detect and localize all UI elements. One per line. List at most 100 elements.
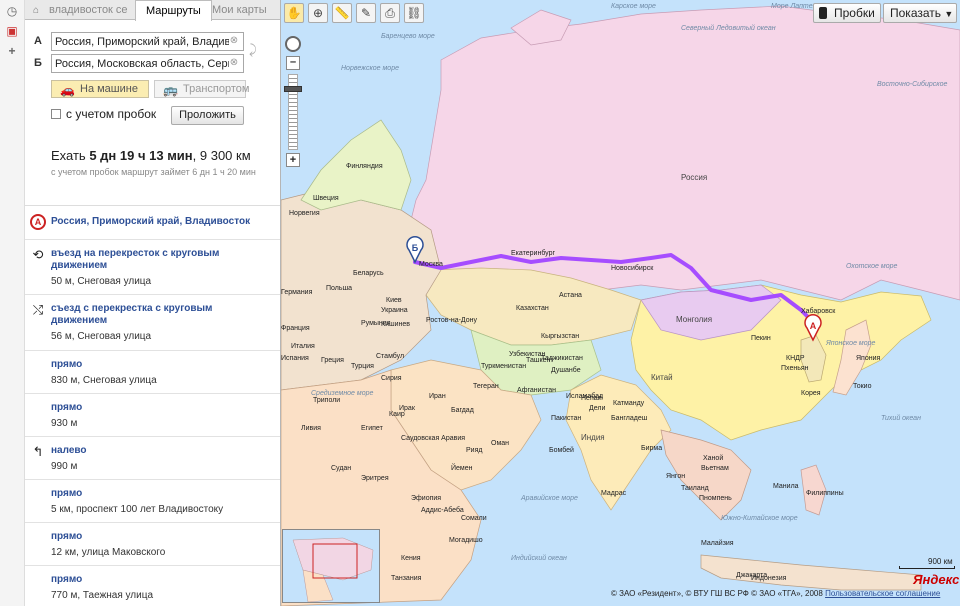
map-label: Пекин xyxy=(751,335,771,342)
step-action: съезд с перекрестка с круговым движением xyxy=(51,303,213,326)
print-tool-icon[interactable]: ⎙ xyxy=(380,3,400,23)
terms-link[interactable]: Пользовательское соглашение xyxy=(825,589,940,598)
clear-to-icon[interactable]: ⊗ xyxy=(229,58,239,68)
car-icon: 🚗 xyxy=(60,83,75,97)
step-meta: 50 м, Снеговая улица xyxy=(51,276,152,287)
mode-transport-button[interactable]: 🚌 Транспортом xyxy=(154,80,249,98)
swap-points-icon[interactable]: ⤸ xyxy=(249,42,259,62)
map-label: Саудовская Аравия xyxy=(401,435,465,442)
map-label: Туркменистан xyxy=(481,363,526,370)
summary-time: 5 дн 19 ч 13 мин xyxy=(89,148,193,163)
minimap-canvas xyxy=(292,537,374,602)
step-action: прямо xyxy=(51,574,83,585)
map-label: Норвегия xyxy=(289,210,320,217)
clear-from-icon[interactable]: ⊗ xyxy=(229,36,239,46)
map-label: Каир xyxy=(389,411,405,418)
clock-icon[interactable]: ◷ xyxy=(5,4,19,18)
map-label: Киев xyxy=(386,297,402,304)
zoom-in-button[interactable]: + xyxy=(286,153,300,167)
map-label: Таиланд xyxy=(681,485,709,492)
list-item[interactable]: прямо 770 м, Таежная улица xyxy=(25,566,280,606)
hand-tool-icon[interactable]: ✋ xyxy=(284,3,304,23)
roundabout-enter-icon: ⟲ xyxy=(32,247,44,262)
list-item[interactable]: прямо 830 м, Снеговая улица xyxy=(25,351,280,394)
map-label: Йемен xyxy=(451,463,473,472)
mode-car-button[interactable]: 🚗 На машине xyxy=(51,80,149,98)
list-item[interactable]: прямо 930 м xyxy=(25,394,280,437)
to-input[interactable] xyxy=(51,54,244,73)
ruler-tool-icon[interactable]: 📏 xyxy=(332,3,352,23)
map-label: Москва xyxy=(419,261,443,268)
map-label: Беларусь xyxy=(353,270,384,277)
map-label: Малайзия xyxy=(701,539,734,547)
add-icon[interactable]: + xyxy=(5,44,19,58)
map-view[interactable]: Б A Карское море Море Лаптевых Восточно-… xyxy=(281,0,960,606)
step-meta: 12 км, улица Маковского xyxy=(51,547,166,558)
build-route-button[interactable]: Проложить xyxy=(171,106,244,125)
map-label: Эритрея xyxy=(361,475,389,482)
map-label: Индийский океан xyxy=(511,554,567,562)
bus-icon: 🚌 xyxy=(163,83,178,97)
map-label: Польша xyxy=(326,285,352,292)
list-item[interactable]: ⤭ съезд с перекрестка с круговым движени… xyxy=(25,295,280,351)
step-start[interactable]: A Россия, Приморский край, Владивосток xyxy=(25,206,280,240)
map-label: Средиземное море xyxy=(311,389,373,397)
overview-minimap[interactable] xyxy=(282,529,380,603)
mode-car-label: На машине xyxy=(80,83,138,95)
map-label: Екатеринбург xyxy=(511,249,555,257)
map-label: Норвежское море xyxy=(341,65,399,72)
tab-my-maps-label: Мои карты xyxy=(212,4,267,16)
map-label: Оман xyxy=(491,440,509,447)
map-label: Исламабад xyxy=(566,392,603,400)
map-label: Мадрас xyxy=(601,490,627,497)
map-label: Аддис-Абеба xyxy=(421,506,464,514)
map-label: Астана xyxy=(559,292,582,299)
map-label: Баренцево море xyxy=(381,33,435,40)
zoom-slider-thumb[interactable] xyxy=(284,86,302,92)
map-label: Сомали xyxy=(461,515,487,522)
map-label: Пномпень xyxy=(699,495,732,502)
map-canvas[interactable]: Б A Карское море Море Лаптевых Восточно-… xyxy=(281,0,960,606)
step-meta: 830 м, Снеговая улица xyxy=(51,375,157,386)
link-tool-icon[interactable]: ⛓ xyxy=(404,3,424,23)
list-item[interactable]: прямо 12 км, улица Маковского xyxy=(25,523,280,566)
left-tool-strip: ◷ ▣ + xyxy=(0,0,25,606)
map-label: Триполи xyxy=(313,397,340,404)
from-input[interactable] xyxy=(51,32,244,51)
marker-end-label: Б xyxy=(412,243,419,253)
map-label: Могадишо xyxy=(449,537,483,544)
traffic-checkbox-label[interactable]: с учетом пробок xyxy=(66,107,156,121)
traffic-button[interactable]: Пробки xyxy=(813,3,881,23)
list-item[interactable]: прямо 5 км, проспект 100 лет Владивосток… xyxy=(25,480,280,523)
brand-logo[interactable]: Яндекс xyxy=(913,572,959,587)
list-item[interactable]: ⟲ въезд на перекресток с круговым движен… xyxy=(25,240,280,295)
traffic-checkbox[interactable] xyxy=(51,109,61,119)
list-item[interactable]: ↰ налево 990 м xyxy=(25,437,280,480)
zoom-tool-icon[interactable]: ⊕ xyxy=(308,3,328,23)
route-summary: Ехать 5 дн 19 ч 13 мин, 9 300 км xyxy=(51,148,251,163)
bookmark-icon[interactable]: ▣ xyxy=(5,24,19,38)
map-label: Индия xyxy=(581,433,605,442)
marker-start-label: A xyxy=(810,321,817,331)
zoom-out-button[interactable]: – xyxy=(286,56,300,70)
map-label: Пакистан xyxy=(551,415,581,422)
map-label: КНДР xyxy=(786,355,805,362)
step-action: прямо xyxy=(51,531,83,542)
map-label: Тихий океан xyxy=(881,414,921,422)
tab-search[interactable]: ⌂ владивосток се xyxy=(33,0,137,20)
map-label: Охотское море xyxy=(846,263,897,270)
map-label: Турция xyxy=(351,363,374,370)
step-meta: 5 км, проспект 100 лет Владивостоку xyxy=(51,504,224,515)
step-meta: 56 м, Снеговая улица xyxy=(51,331,152,342)
map-label: Китай xyxy=(651,373,673,382)
map-label: Хабаровск xyxy=(801,307,836,315)
map-label: Джакарта xyxy=(736,572,767,579)
route-tool-icon[interactable]: ✎ xyxy=(356,3,376,23)
tab-routes[interactable]: Маршруты xyxy=(135,0,212,21)
compass-icon[interactable] xyxy=(285,36,301,52)
tab-my-maps[interactable]: Мои карты xyxy=(212,0,267,20)
step-meta: 930 м xyxy=(51,418,78,429)
route-steps: A Россия, Приморский край, Владивосток ⟲… xyxy=(25,205,280,606)
show-layers-button[interactable]: Показать ▼ xyxy=(883,3,957,23)
step-start-label: Россия, Приморский край, Владивосток xyxy=(51,216,251,227)
